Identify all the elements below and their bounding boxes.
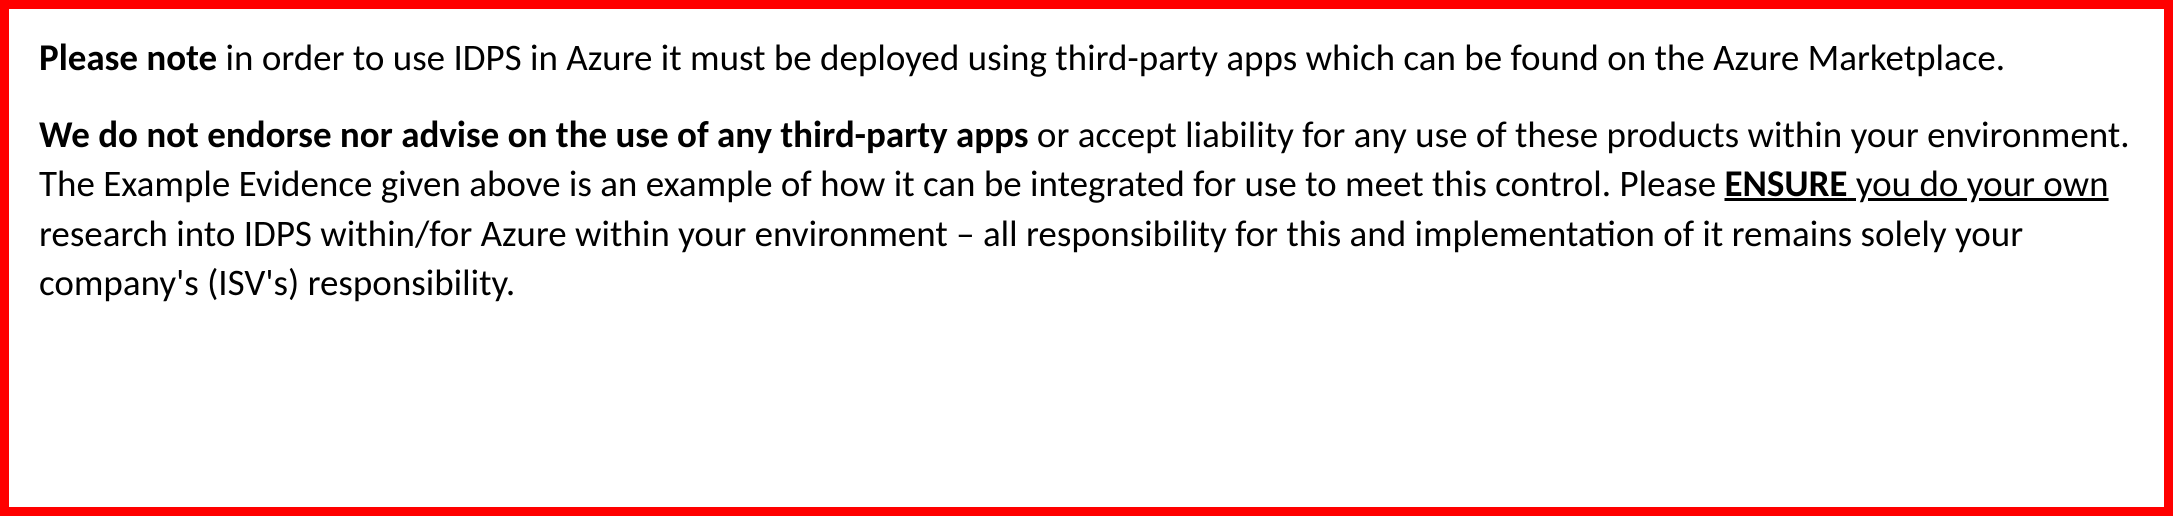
paragraph-1: Please note in order to use IDPS in Azur… [39,33,2134,82]
please-note-lead: Please note [39,35,217,80]
endorse-part-b: research into IDPS within/for Azure with… [39,211,2023,305]
ensure-underline-rest: you do your own [1847,161,2108,206]
please-note-rest: in order to use IDPS in Azure it must be… [217,35,2005,80]
paragraph-2: We do not endorse nor advise on the use … [39,110,2134,307]
endorse-lead: We do not endorse nor advise on the use … [39,112,1029,157]
notice-box: Please note in order to use IDPS in Azur… [0,0,2173,516]
ensure-emphasis: ENSURE [1725,161,1848,206]
